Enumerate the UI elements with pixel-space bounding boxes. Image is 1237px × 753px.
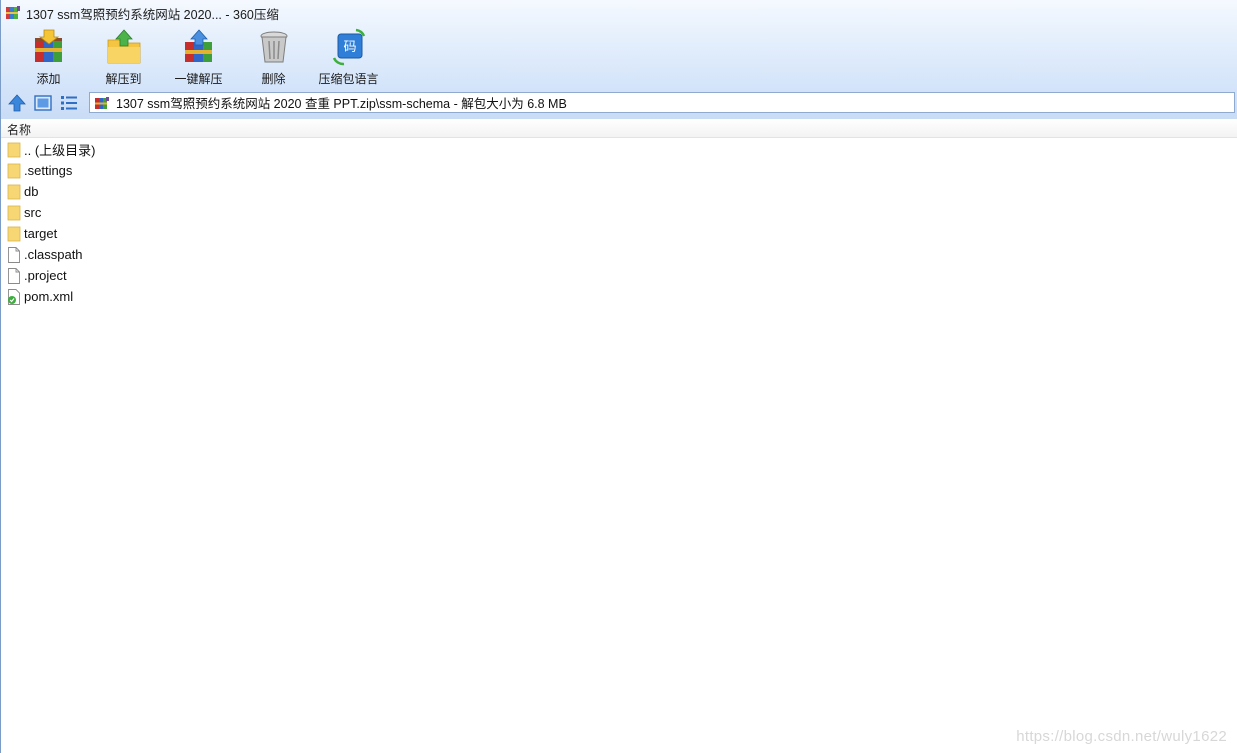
title-bar[interactable]: 1307 ssm驾照预约系统网站 2020... - 360压缩 <box>1 0 1237 26</box>
list-item[interactable]: .settings <box>1 160 401 181</box>
delete-label: 删除 <box>261 72 286 86</box>
archive-language-button[interactable]: 码 压缩包语言 <box>311 28 386 88</box>
archive-language-icon: 码 <box>332 28 365 66</box>
list-item[interactable]: src <box>1 202 401 223</box>
navigation-bar: 1307 ssm驾照预约系统网站 2020 查重 PPT.zip\ssm-sch… <box>1 91 1237 115</box>
thumbnail-view-icon <box>34 95 52 111</box>
add-label: 添加 <box>36 72 61 86</box>
folder-icon <box>7 205 21 220</box>
address-path: 1307 ssm驾照预约系统网站 2020 查重 PPT.zip\ssm-sch… <box>116 97 567 111</box>
archive-language-label: 压缩包语言 <box>318 72 379 86</box>
file-list: .. (上级目录) .settings db src target .class… <box>1 139 401 307</box>
add-button[interactable]: 添加 <box>11 28 86 88</box>
list-item[interactable]: .classpath <box>1 244 401 265</box>
item-name: pom.xml <box>24 289 74 304</box>
up-level-button[interactable] <box>7 93 27 113</box>
list-item[interactable]: .. (上级目录) <box>1 139 401 160</box>
one-click-extract-label: 一键解压 <box>174 72 223 86</box>
archive-app-icon <box>6 6 20 19</box>
thumbnail-view-button[interactable] <box>33 93 53 113</box>
extract-to-label: 解压到 <box>105 72 142 86</box>
item-name: target <box>24 226 58 241</box>
extract-to-button[interactable]: 解压到 <box>86 28 161 88</box>
arrow-up-icon <box>8 94 26 112</box>
item-name: src <box>24 205 42 220</box>
item-name: .project <box>24 268 67 283</box>
file-icon <box>8 267 20 284</box>
one-click-extract-icon <box>184 29 212 62</box>
delete-trash-icon <box>260 31 287 63</box>
list-item[interactable]: pom.xml <box>1 286 401 307</box>
list-view-button[interactable] <box>59 93 79 113</box>
file-icon <box>8 246 20 263</box>
item-name: db <box>24 184 39 199</box>
list-item[interactable]: target <box>1 223 401 244</box>
folder-icon <box>7 184 21 199</box>
one-click-extract-button[interactable]: 一键解压 <box>161 28 236 88</box>
svg-text:码: 码 <box>343 40 356 55</box>
delete-button[interactable]: 删除 <box>236 28 311 88</box>
folder-icon <box>7 226 21 241</box>
item-name: .. (上级目录) <box>24 143 96 158</box>
folder-icon <box>7 142 21 157</box>
column-header-name[interactable]: 名称 <box>7 121 31 138</box>
toolbar: 添加 解压到 一键解压 删除 码 压缩包语言 <box>11 28 386 88</box>
item-name: .settings <box>24 163 73 178</box>
list-view-icon <box>61 96 77 110</box>
address-bar[interactable]: 1307 ssm驾照预约系统网站 2020 查重 PPT.zip\ssm-sch… <box>89 92 1235 113</box>
archive-file-icon <box>95 96 109 109</box>
list-item[interactable]: .project <box>1 265 401 286</box>
top-panel: 1307 ssm驾照预约系统网站 2020... - 360压缩 添加 解压到 … <box>1 0 1237 120</box>
add-archive-icon <box>34 29 62 62</box>
xml-file-icon <box>8 288 20 305</box>
list-item[interactable]: db <box>1 181 401 202</box>
list-header: 名称 <box>1 119 1237 138</box>
watermark: https://blog.csdn.net/wuly1622 <box>1016 728 1227 745</box>
item-name: .classpath <box>24 247 83 262</box>
folder-icon <box>7 163 21 178</box>
app-window: 1307 ssm驾照预约系统网站 2020... - 360压缩 添加 解压到 … <box>0 0 1237 753</box>
window-title: 1307 ssm驾照预约系统网站 2020... - 360压缩 <box>26 7 279 22</box>
extract-to-icon <box>107 29 140 64</box>
